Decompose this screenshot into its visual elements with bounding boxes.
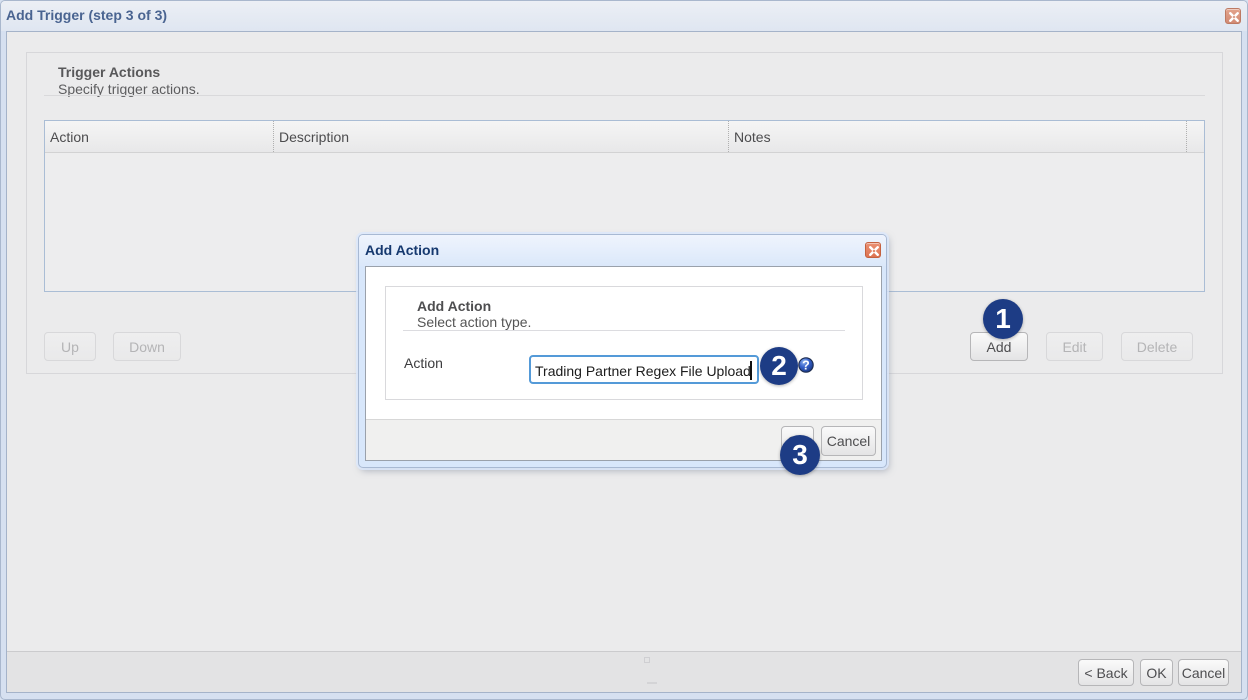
- svg-text:?: ?: [802, 359, 810, 373]
